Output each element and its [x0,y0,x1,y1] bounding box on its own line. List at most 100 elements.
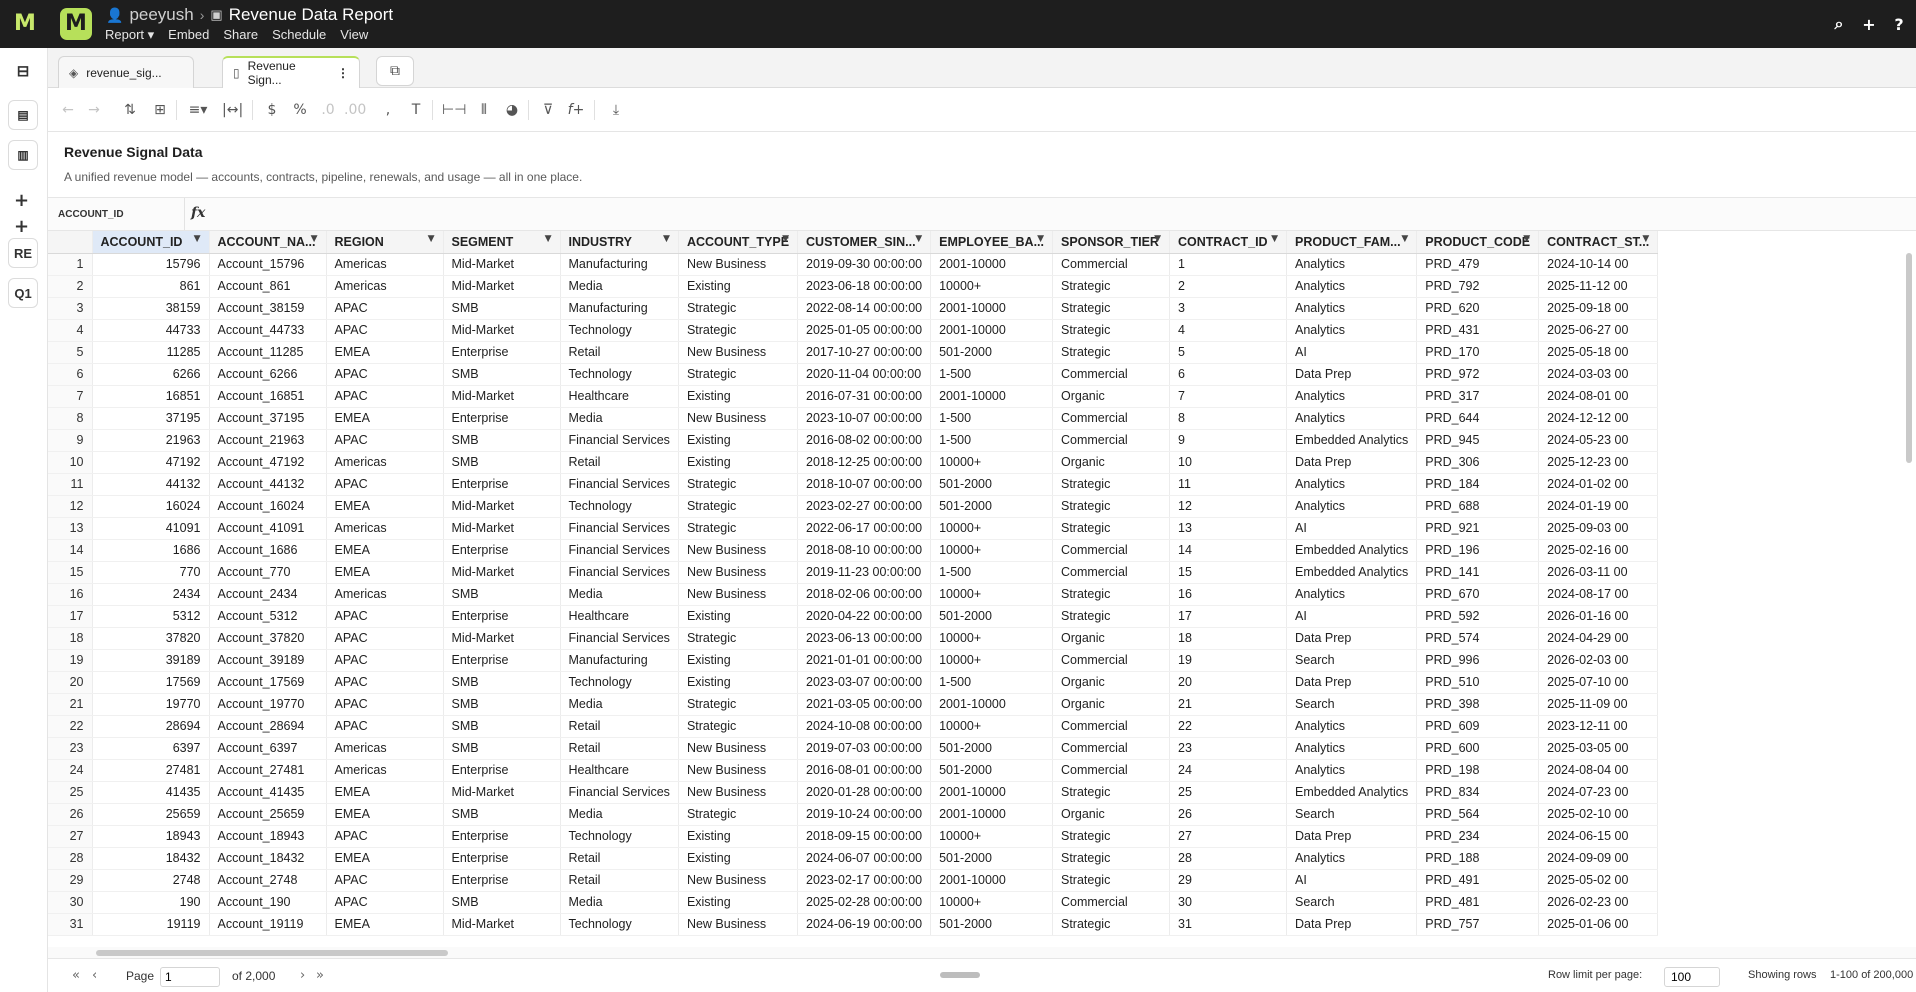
breadcrumb-user[interactable]: peeyush [129,5,193,25]
table-cell[interactable]: Retail [560,847,679,870]
table-cell[interactable]: 23 [1169,737,1287,760]
table-cell[interactable]: Search [1286,891,1418,914]
table-cell[interactable]: PRD_609 [1416,715,1540,738]
table-cell[interactable]: SMB [443,693,561,716]
table-row[interactable]: 24 27481 Account_27481 Americas Enterprise He… [48,759,1659,782]
table-cell[interactable]: Mid-Market [443,913,561,936]
table-cell[interactable]: 2020-04-22 00:00:00 [797,605,932,628]
table-row[interactable]: 21 19770 Account_19770 APAC SMB Media Strategi… [48,693,1659,716]
table-cell[interactable]: EMEA [326,803,444,826]
table-cell[interactable]: Retail [560,715,679,738]
column-header[interactable]: SEGMENT ▼ [443,231,561,254]
table-cell[interactable]: PRD_196 [1416,539,1540,562]
table-cell[interactable]: 21963 [92,429,210,452]
table-cell[interactable]: New Business [678,341,799,364]
table-cell[interactable]: SMB [443,803,561,826]
app-icon[interactable]: M [60,8,92,40]
table-row[interactable]: 30 190 Account_190 APAC SMB Media Existing 2025… [48,891,1659,914]
table-cell[interactable]: Existing [678,825,799,848]
table-row[interactable]: 8 37195 Account_37195 EMEA Enterprise Media Ne… [48,407,1659,430]
table-cell[interactable]: 6397 [92,737,210,760]
sort-icon[interactable]: ⇅ [120,100,140,120]
column-menu-icon[interactable]: ▼ [1401,234,1408,244]
vertical-scrollbar[interactable] [1906,253,1912,463]
table-cell[interactable]: PRD_491 [1416,869,1540,892]
table-cell[interactable]: PRD_479 [1416,253,1540,276]
table-cell[interactable]: Embedded Analytics [1286,539,1418,562]
table-cell[interactable]: SMB [443,671,561,694]
table-cell[interactable]: Search [1286,649,1418,672]
table-cell[interactable]: Analytics [1286,385,1418,408]
add-item-icon[interactable]: + [14,190,29,211]
table-row[interactable]: 25 41435 Account_41435 EMEA Mid-Market Financ… [48,781,1659,804]
table-cell[interactable]: 41435 [92,781,210,804]
table-cell[interactable]: 19 [1169,649,1287,672]
table-cell[interactable]: Account_44132 [209,473,327,496]
table-cell[interactable]: 190 [92,891,210,914]
column-menu-icon[interactable]: ▼ [782,234,789,244]
decimal-decrease-icon[interactable]: .0 [318,100,338,120]
table-cell[interactable]: Media [560,803,679,826]
table-cell[interactable]: Analytics [1286,275,1418,298]
table-cell[interactable]: Embedded Analytics [1286,781,1418,804]
table-cell[interactable]: PRD_431 [1416,319,1540,342]
table-row[interactable]: 19 39189 Account_39189 APAC Enterprise Manufa… [48,649,1659,672]
redo-icon[interactable]: → [84,100,104,120]
table-cell[interactable]: EMEA [326,539,444,562]
table-cell[interactable]: Analytics [1286,253,1418,276]
currency-icon[interactable]: $ [262,100,282,120]
table-cell[interactable]: 2024-06-07 00:00:00 [797,847,932,870]
table-cell[interactable]: APAC [326,869,444,892]
table-cell[interactable]: PRD_600 [1416,737,1540,760]
table-cell[interactable]: Mid-Market [443,319,561,342]
table-cell[interactable]: Account_5312 [209,605,327,628]
table-cell[interactable]: Financial Services [560,781,679,804]
table-cell[interactable]: PRD_574 [1416,627,1540,650]
table-cell[interactable]: Financial Services [560,473,679,496]
table-cell[interactable]: 2024-01-19 00 [1538,495,1659,518]
table-cell[interactable]: Account_18432 [209,847,327,870]
table-cell[interactable]: SMB [443,451,561,474]
column-header[interactable]: EMPLOYEE_BA... ▼ [930,231,1053,254]
table-cell[interactable]: Strategic [1052,297,1170,320]
table-cell[interactable]: Search [1286,693,1418,716]
table-cell[interactable]: Americas [326,759,444,782]
table-row[interactable]: 20 17569 Account_17569 APAC SMB Technology Exi… [48,671,1659,694]
table-cell[interactable]: Account_16024 [209,495,327,518]
table-cell[interactable]: PRD_945 [1416,429,1540,452]
table-cell[interactable]: 2025-09-18 00 [1538,297,1659,320]
table-cell[interactable]: Strategic [1052,847,1170,870]
table-cell[interactable]: Account_6266 [209,363,327,386]
column-header[interactable]: PRODUCT_FAM... ▼ [1286,231,1418,254]
table-row[interactable]: 11 44132 Account_44132 APAC Enterprise Financ… [48,473,1659,496]
table-cell[interactable]: 12 [1169,495,1287,518]
table-cell[interactable]: 501-2000 [930,473,1053,496]
column-menu-icon[interactable]: ▼ [1523,234,1530,244]
table-cell[interactable]: 6266 [92,363,210,386]
table-row[interactable]: 28 18432 Account_18432 EMEA Enterprise Retail… [48,847,1659,870]
table-cell[interactable]: Organic [1052,671,1170,694]
prev-page-icon[interactable]: ‹ [92,968,97,983]
column-menu-icon[interactable]: ▼ [1154,234,1161,244]
table-cell[interactable]: New Business [678,759,799,782]
table-cell[interactable]: PRD_188 [1416,847,1540,870]
table-cell[interactable]: 5312 [92,605,210,628]
table-cell[interactable]: 2025-01-06 00 [1538,913,1659,936]
table-cell[interactable]: SMB [443,297,561,320]
table-cell[interactable]: Manufacturing [560,297,679,320]
table-cell[interactable]: Financial Services [560,517,679,540]
table-cell[interactable]: 2019-10-24 00:00:00 [797,803,932,826]
table-cell[interactable]: Strategic [678,693,799,716]
table-cell[interactable]: Strategic [1052,605,1170,628]
table-cell[interactable]: 47192 [92,451,210,474]
table-cell[interactable]: 2022-06-17 00:00:00 [797,517,932,540]
table-cell[interactable]: Account_39189 [209,649,327,672]
table-cell[interactable]: 16 [1169,583,1287,606]
table-cell[interactable]: EMEA [326,407,444,430]
table-cell[interactable]: 2748 [92,869,210,892]
table-cell[interactable]: 2016-07-31 00:00:00 [797,385,932,408]
table-cell[interactable]: Strategic [1052,781,1170,804]
table-cell[interactable]: 6 [1169,363,1287,386]
table-row[interactable]: 15 770 Account_770 EMEA Mid-Market Financial … [48,561,1659,584]
table-row[interactable]: 17 5312 Account_5312 APAC Enterprise Healthca… [48,605,1659,628]
